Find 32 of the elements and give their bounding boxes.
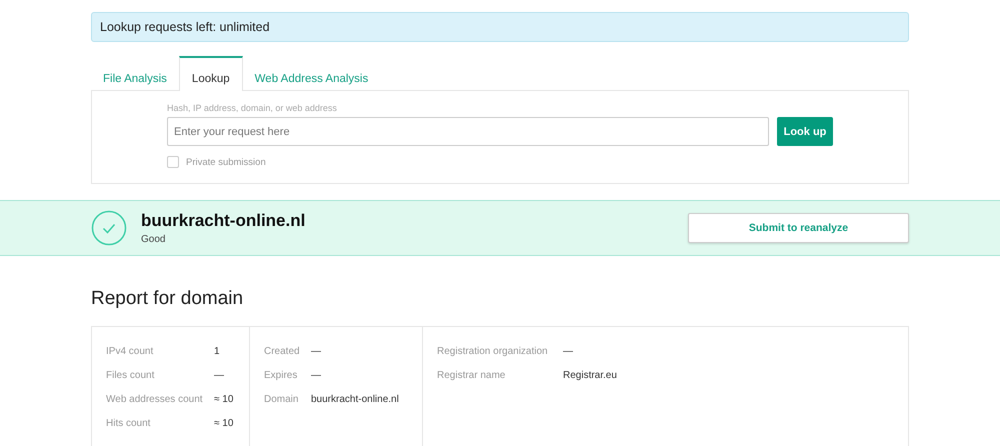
checkbox-label: Private submission <box>186 156 266 168</box>
field-label: Web addresses count <box>106 394 204 407</box>
field-label: Domain <box>264 394 300 407</box>
field-value: ≈ 10 <box>214 418 234 431</box>
field-label: Expires <box>264 370 298 383</box>
field-value: — <box>563 346 573 359</box>
tab[interactable]: Lookup <box>178 56 243 91</box>
field-value: Registrar.eu <box>563 370 617 383</box>
tab[interactable]: Web Address Analysis <box>242 56 380 91</box>
field-value: ≈ 10 <box>214 394 234 407</box>
field-value: — <box>214 370 224 383</box>
field-label: Registration organization <box>437 346 549 359</box>
field-value: — <box>311 346 321 359</box>
search-field[interactable]: Enter your request here <box>167 117 769 146</box>
reanalyze-button[interactable]: Submit to reanalyze <box>688 213 909 243</box>
checkbox[interactable] <box>167 156 179 168</box>
verdict: Good <box>141 234 166 245</box>
field-value: 1 <box>214 346 220 359</box>
field-label: Hits count <box>106 418 152 431</box>
check-circle-icon <box>91 210 127 246</box>
notice-banner: Lookup requests left: unlimited <box>91 12 909 42</box>
field-label: IPv4 count <box>106 346 154 359</box>
field-label: Hash, IP address, domain, or web address <box>167 103 338 113</box>
field-label: Registrar name <box>437 370 506 383</box>
field-label: Created <box>264 346 301 359</box>
domain-name: buurkracht-online.nl <box>141 211 306 231</box>
field-value: buurkracht-online.nl <box>311 394 399 407</box>
look-up-button[interactable]: Look up <box>777 117 833 146</box>
tab[interactable]: File Analysis <box>91 56 179 91</box>
report-title: Report for domain <box>91 288 244 310</box>
field-value: — <box>311 370 321 383</box>
field-label: Files count <box>106 370 156 383</box>
